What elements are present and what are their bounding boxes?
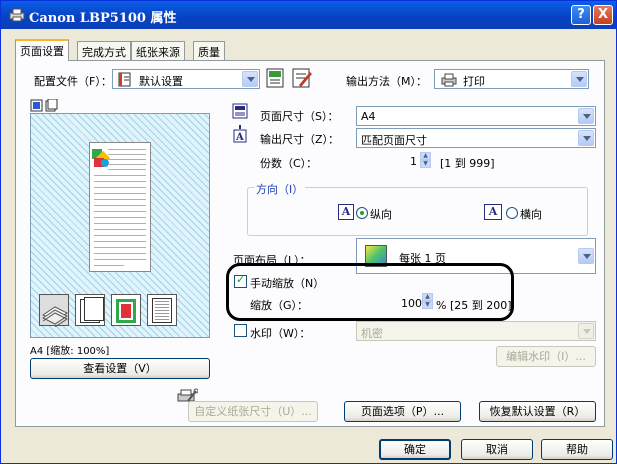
page-options-button[interactable]: 页面选项（P）... — [344, 401, 461, 422]
tab-page-setup[interactable]: 页面设置 — [15, 39, 69, 61]
page-setup-panel: 配置文件（F）： 默认设置 输出方法（M）： 打印 A4 [缩放: 100%] … — [15, 60, 605, 427]
copies-value[interactable]: 1 — [410, 155, 417, 168]
help-button[interactable]: 帮助 — [541, 439, 613, 460]
copies-thumbnail — [75, 294, 105, 326]
view-settings-button[interactable]: 查看设置（V） — [30, 358, 210, 379]
stack-thumbnail — [39, 294, 69, 328]
portrait-radio[interactable] — [356, 207, 368, 219]
output-size-icon: A — [233, 125, 247, 143]
output-method-select[interactable]: 打印 — [434, 69, 589, 89]
chevron-down-icon[interactable] — [578, 108, 594, 124]
output-size-select[interactable]: 匹配页面尺寸 — [356, 128, 596, 148]
profile-select[interactable]: 默认设置 — [112, 69, 260, 89]
color-thumbnail — [111, 294, 141, 326]
output-method-label: 输出方法（M）： — [346, 75, 427, 88]
page-size-label: 页面尺寸（S）： — [260, 110, 339, 123]
cancel-button[interactable]: 取消 — [461, 439, 533, 460]
profile-icon — [118, 72, 131, 87]
ok-button[interactable]: 确定 — [379, 439, 451, 460]
output-size-label: 输出尺寸（Z）： — [260, 133, 340, 146]
page-size-icon — [232, 103, 248, 119]
chevron-down-icon[interactable] — [242, 71, 258, 87]
landscape-label[interactable]: 横向 — [520, 206, 542, 222]
tab-quality[interactable]: 质量 — [193, 41, 225, 60]
printer-properties-window: Canon LBP5100 属性 ? X 页面设置 完成方式 纸张来源 质量 配… — [0, 0, 617, 464]
copies-range: [1 到 999] — [440, 157, 495, 170]
preview-caption: A4 [缩放: 100%] — [30, 346, 110, 357]
portrait-label[interactable]: 纵向 — [370, 206, 392, 222]
svg-text:A: A — [235, 132, 244, 143]
chevron-down-icon[interactable] — [578, 248, 594, 264]
layout-thumbnail — [147, 294, 177, 326]
watermark-checkbox[interactable] — [234, 324, 247, 337]
profile-value: 默认设置 — [139, 75, 183, 88]
copies-label: 份数（C）： — [260, 157, 318, 170]
chevron-down-icon[interactable] — [578, 323, 594, 339]
edit-watermark-button[interactable]: 编辑水印（I）... — [496, 346, 596, 367]
title-bar[interactable]: Canon LBP5100 属性 ? X — [1, 1, 616, 29]
output-method-value: 打印 — [463, 75, 485, 88]
printer-icon — [9, 8, 25, 22]
custom-paper-size-button[interactable]: 自定义纸张尺寸（U）... — [188, 401, 318, 422]
preview-page — [89, 142, 151, 272]
page-size-select[interactable]: A4 — [356, 106, 596, 126]
profile-label: 配置文件（F）： — [34, 75, 112, 88]
help-title-button[interactable]: ? — [571, 5, 591, 25]
chevron-down-icon[interactable] — [571, 71, 587, 87]
portrait-icon: A — [338, 204, 354, 220]
chevron-down-icon[interactable] — [578, 130, 594, 146]
orientation-label: 方向（I） — [254, 181, 306, 197]
paper-stack-icon — [42, 306, 68, 328]
up-arrow-icon[interactable]: ▲ — [420, 152, 431, 160]
close-button[interactable]: X — [593, 5, 613, 25]
landscape-radio[interactable] — [506, 207, 518, 219]
highlight-oval — [226, 263, 514, 321]
restore-defaults-button[interactable]: 恢复默认设置（R） — [479, 401, 596, 422]
edit-profile-icon[interactable] — [290, 67, 314, 89]
preview-mode-icons[interactable] — [30, 99, 60, 113]
page-preview — [30, 113, 210, 338]
watermark-select[interactable]: 机密 — [356, 321, 596, 341]
down-arrow-icon[interactable]: ▼ — [420, 160, 431, 168]
output-size-value: 匹配页面尺寸 — [361, 134, 427, 147]
print-icon — [441, 73, 457, 87]
landscape-icon: A — [484, 204, 502, 220]
watermark-value: 机密 — [361, 327, 383, 340]
watermark-label[interactable]: 水印（W）： — [250, 325, 310, 341]
add-profile-icon[interactable] — [264, 67, 288, 89]
tab-finishing[interactable]: 完成方式 — [77, 41, 131, 60]
page-size-value: A4 — [361, 110, 376, 123]
copies-stepper[interactable]: ▲ ▼ — [420, 152, 431, 168]
window-title: Canon LBP5100 属性 — [29, 11, 177, 26]
finishing-thumbnails — [39, 294, 199, 330]
tab-paper-source[interactable]: 纸张来源 — [131, 41, 185, 60]
preview-graphic — [92, 149, 111, 167]
